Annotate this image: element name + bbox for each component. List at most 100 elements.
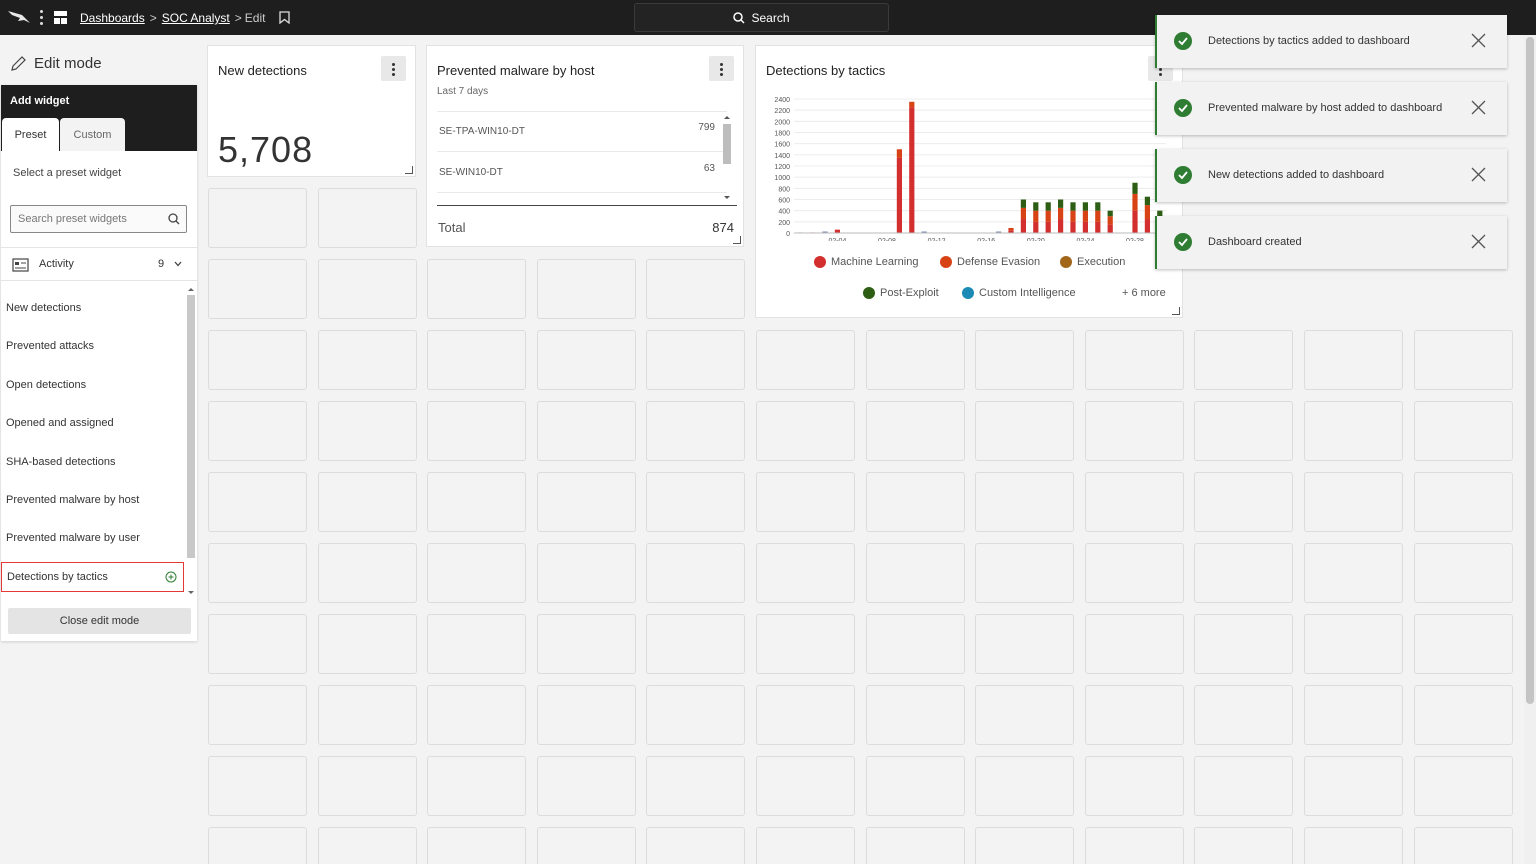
falcon-logo-icon[interactable] [8, 9, 30, 25]
list-item[interactable]: Opened and assigned [1, 408, 184, 438]
empty-grid-cell [1194, 614, 1294, 674]
empty-grid-cell [975, 614, 1075, 674]
success-check-icon [1174, 166, 1192, 184]
empty-grid-cell [317, 259, 417, 319]
bookmark-icon[interactable] [279, 11, 290, 24]
y-tick-label: 600 [778, 198, 790, 205]
category-dropdown[interactable]: Activity 9 [1, 247, 197, 281]
empty-grid-cell [317, 756, 417, 816]
empty-grid-cell [1304, 401, 1403, 461]
chart-bar [1095, 221, 1101, 233]
app-menu-icon[interactable] [37, 9, 45, 27]
toast-message: New detections added to dashboard [1208, 169, 1385, 181]
y-tick-label: 1000 [774, 175, 790, 182]
dashboard-grid-icon[interactable] [54, 11, 67, 24]
list-item[interactable]: SHA-based detections [1, 447, 184, 477]
chart-bar [1070, 202, 1076, 211]
empty-grid-cell [317, 330, 417, 390]
chart-bar [1132, 193, 1138, 211]
empty-grid-cell [646, 330, 746, 390]
empty-grid-cell [536, 401, 636, 461]
list-item[interactable]: Prevented attacks [1, 331, 184, 361]
empty-grid-cell [317, 827, 417, 864]
y-tick-label: 1400 [774, 153, 790, 160]
tab-custom[interactable]: Custom [60, 118, 125, 151]
empty-grid-cell [1084, 543, 1184, 603]
x-tick-label: 02-04 [828, 238, 846, 241]
empty-grid-cell [208, 401, 307, 461]
resize-handle[interactable] [733, 236, 741, 244]
empty-grid-cell [975, 330, 1075, 390]
legend-item[interactable]: Machine Learning [814, 256, 918, 268]
chart-bar [1045, 221, 1051, 233]
scroll-down-icon[interactable] [723, 195, 731, 201]
page-scrollbar-thumb[interactable] [1526, 37, 1534, 704]
scroll-up-icon[interactable] [186, 285, 196, 293]
legend-item[interactable]: Execution [1060, 256, 1125, 268]
legend-item[interactable]: Defense Evasion [940, 256, 1040, 268]
breadcrumb: Dashboards > SOC Analyst > Edit [80, 11, 265, 25]
add-widget-panel: Add widget Preset Custom Select a preset… [1, 85, 197, 641]
close-edit-mode-button[interactable]: Close edit mode [8, 608, 191, 634]
list-scrollbar-thumb[interactable] [187, 295, 195, 558]
x-tick-label: 02-24 [1076, 238, 1094, 241]
close-icon[interactable] [1470, 32, 1487, 49]
chart-bar [1033, 210, 1039, 222]
prevented-malware-widget[interactable]: Prevented malware by host Last 7 days SE… [426, 45, 744, 247]
empty-grid-cell [1413, 685, 1513, 745]
new-detections-widget[interactable]: New detections 5,708 [207, 45, 416, 177]
empty-grid-cell [865, 756, 965, 816]
scroll-up-icon[interactable] [723, 114, 731, 120]
tab-preset[interactable]: Preset [2, 118, 59, 151]
legend-item[interactable]: Custom Intelligence [962, 287, 1076, 299]
scroll-down-icon[interactable] [186, 589, 196, 597]
y-tick-label: 400 [778, 209, 790, 216]
resize-handle[interactable] [405, 166, 413, 174]
close-icon[interactable] [1470, 166, 1487, 183]
breadcrumb-soc-analyst-link[interactable]: SOC Analyst [162, 11, 230, 25]
page-scrollbar[interactable] [1524, 35, 1536, 864]
y-tick-label: 1600 [774, 142, 790, 149]
resize-handle[interactable] [1172, 307, 1180, 315]
widget-menu-button[interactable] [381, 56, 406, 81]
list-item[interactable]: Prevented malware by host [1, 485, 184, 515]
empty-grid-cell [208, 827, 307, 864]
toast-notification: New detections added to dashboard [1155, 149, 1507, 202]
list-item[interactable]: Open detections [1, 370, 184, 400]
close-icon[interactable] [1470, 99, 1487, 116]
empty-grid-cell [1194, 472, 1294, 532]
table-row[interactable]: SE-WIN10-DT 63 [437, 153, 727, 193]
add-circle-icon[interactable] [165, 571, 177, 583]
widget-menu-button[interactable] [709, 56, 734, 81]
breadcrumb-dashboards-link[interactable]: Dashboards [80, 11, 145, 25]
toast-notification: Detections by tactics added to dashboard [1155, 15, 1507, 68]
host-count: 799 [698, 122, 715, 133]
legend-more-link[interactable]: + 6 more [1122, 287, 1166, 299]
legend-item[interactable]: Post-Exploit [863, 287, 939, 299]
search-icon [733, 11, 746, 24]
empty-grid-cell [427, 330, 527, 390]
preset-search-input[interactable]: Search preset widgets [10, 205, 187, 233]
empty-grid-cell [208, 188, 307, 248]
legend-label: Post-Exploit [880, 287, 939, 299]
global-search-button[interactable]: Search [634, 3, 889, 32]
table-scrollbar-thumb[interactable] [723, 124, 731, 164]
empty-grid-cell [756, 614, 855, 674]
close-icon[interactable] [1470, 233, 1487, 250]
detections-by-tactics-widget[interactable]: Detections by tactics 2400 2200 2000 1800 16… [755, 45, 1183, 318]
empty-grid-cell [756, 401, 855, 461]
table-row[interactable]: SE-TPA-WIN10-DT 799 [437, 112, 727, 152]
list-item[interactable]: New detections [1, 293, 184, 323]
empty-grid-cell [208, 685, 307, 745]
chart-bar [1070, 221, 1076, 233]
legend-swatch [814, 256, 826, 268]
breadcrumb-separator: > [149, 11, 157, 25]
table-scrollbar[interactable] [723, 114, 731, 204]
search-icon[interactable] [168, 213, 180, 225]
toast-notification: Prevented malware by host added to dashb… [1155, 82, 1507, 135]
list-scrollbar[interactable] [186, 285, 196, 597]
empty-grid-cell [427, 401, 527, 461]
empty-grid-cell [756, 756, 855, 816]
list-item[interactable]: Prevented malware by user [1, 523, 184, 553]
list-item-selected[interactable]: Detections by tactics [1, 562, 184, 592]
